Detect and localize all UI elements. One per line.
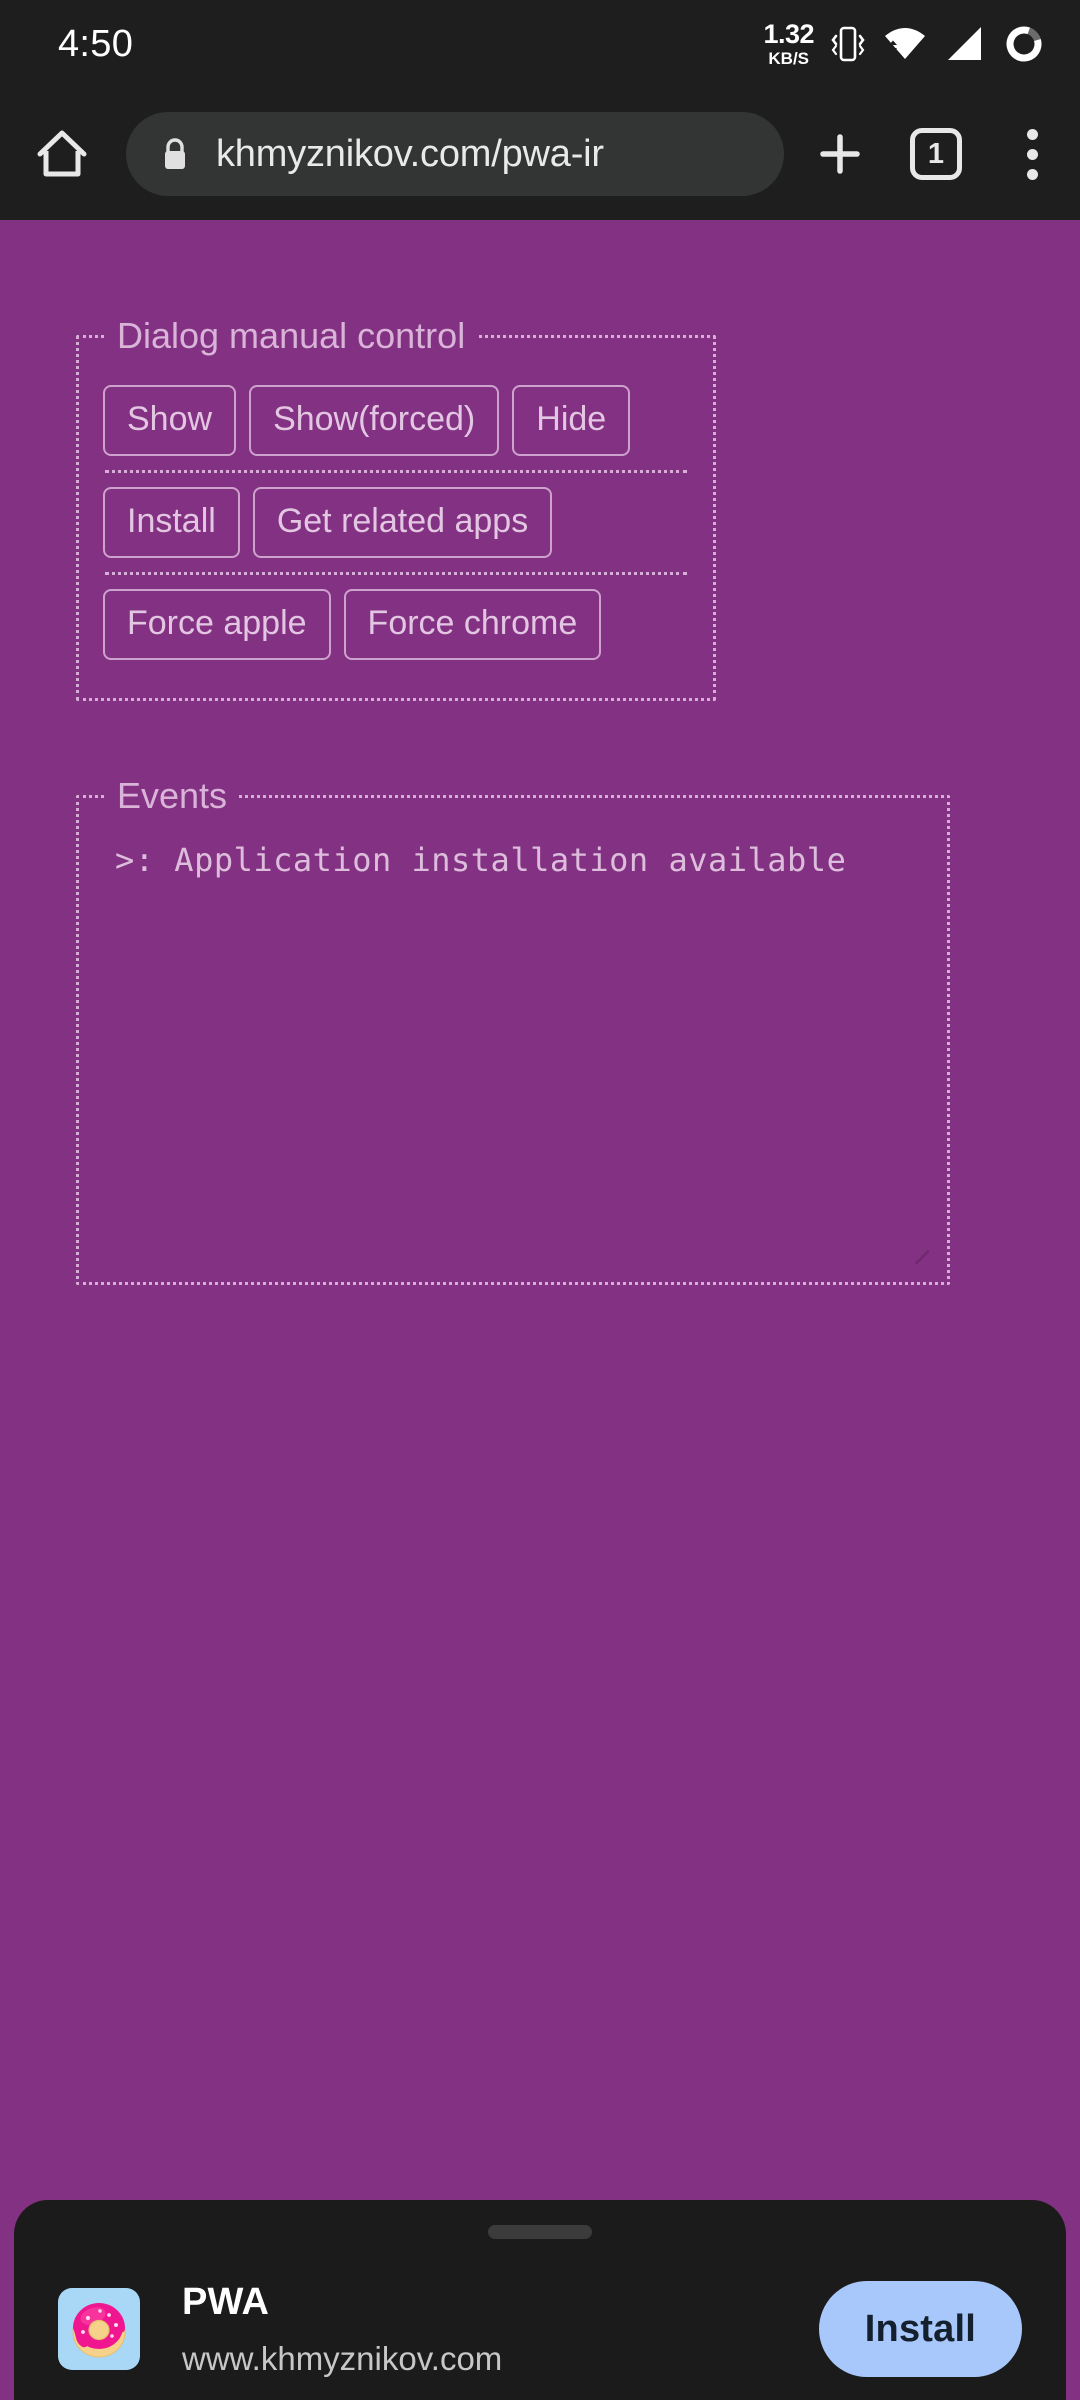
app-icon-container	[58, 2288, 140, 2370]
plus-icon	[820, 134, 860, 174]
event-log-line: >: Application installation available	[115, 841, 847, 879]
network-speed-value: 1.32	[763, 19, 814, 49]
status-bar: 4:50 1.32 KB/S	[0, 0, 1080, 88]
signal-icon	[948, 27, 981, 60]
resize-handle[interactable]	[915, 1250, 929, 1264]
app-info: PWA www.khmyznikov.com	[182, 2281, 819, 2378]
network-speed-indicator: 1.32 KB/S	[763, 19, 814, 68]
status-icons: 1.32 KB/S	[763, 21, 1046, 67]
home-icon	[37, 130, 87, 177]
control-row-install: Install Get related apps	[103, 473, 689, 572]
menu-dot	[1026, 128, 1038, 140]
omnibox[interactable]: khmyznikov.com/pwa-ir	[126, 112, 784, 196]
install-button[interactable]: Install	[103, 487, 240, 558]
browser-toolbar: khmyznikov.com/pwa-ir 1	[0, 88, 1080, 220]
wifi-icon	[885, 28, 925, 59]
app-origin-url: www.khmyznikov.com	[182, 2339, 503, 2377]
sheet-drag-handle[interactable]	[488, 2225, 592, 2239]
browser-menu-button[interactable]	[984, 106, 1080, 202]
vibrate-icon	[831, 26, 865, 62]
control-row-show: Show Show(forced) Hide	[103, 371, 689, 470]
tab-switcher-button[interactable]: 1	[888, 106, 984, 202]
hide-button[interactable]: Hide	[512, 385, 631, 456]
dialog-manual-control-group: Dialog manual control Show Show(forced) …	[76, 315, 716, 701]
dialog-manual-control-legend: Dialog manual control	[117, 315, 466, 356]
events-legend: Events	[117, 775, 228, 816]
install-prompt-body: PWA www.khmyznikov.com Install	[14, 2258, 1066, 2400]
tab-count-badge: 1	[910, 128, 962, 180]
web-page-content: Dialog manual control Show Show(forced) …	[0, 220, 1080, 2400]
new-tab-button[interactable]	[792, 106, 888, 202]
lock-icon	[165, 138, 185, 169]
battery-ring-icon	[1006, 26, 1042, 62]
events-group: Events >: Application installation avail…	[76, 775, 950, 1285]
events-log[interactable]: >: Application installation available	[79, 817, 947, 1282]
status-clock: 4:50	[58, 22, 134, 65]
install-confirm-button[interactable]: Install	[818, 2281, 1022, 2377]
more-vertical-icon	[1026, 128, 1038, 180]
dialog-control-rows: Show Show(forced) Hide Install Get relat…	[79, 357, 713, 698]
force-apple-button[interactable]: Force apple	[103, 589, 331, 660]
control-row-force: Force apple Force chrome	[103, 575, 689, 674]
network-speed-unit: KB/S	[768, 49, 810, 68]
donut-icon	[72, 2303, 126, 2358]
omnibox-url-text: khmyznikov.com/pwa-ir	[216, 132, 604, 175]
home-button[interactable]	[14, 106, 110, 202]
menu-dot	[1026, 148, 1038, 160]
force-chrome-button[interactable]: Force chrome	[343, 589, 602, 660]
show-forced-button[interactable]: Show(forced)	[249, 385, 500, 456]
get-related-apps-button[interactable]: Get related apps	[252, 487, 553, 558]
show-button[interactable]: Show	[103, 385, 237, 456]
app-name: PWA	[182, 2280, 270, 2323]
menu-dot	[1026, 168, 1038, 180]
install-prompt-sheet: PWA www.khmyznikov.com Install	[14, 2200, 1066, 2400]
phone-screen: 4:50 1.32 KB/S khmyznikov.com/pwa-ir 1 D…	[0, 0, 1080, 2400]
